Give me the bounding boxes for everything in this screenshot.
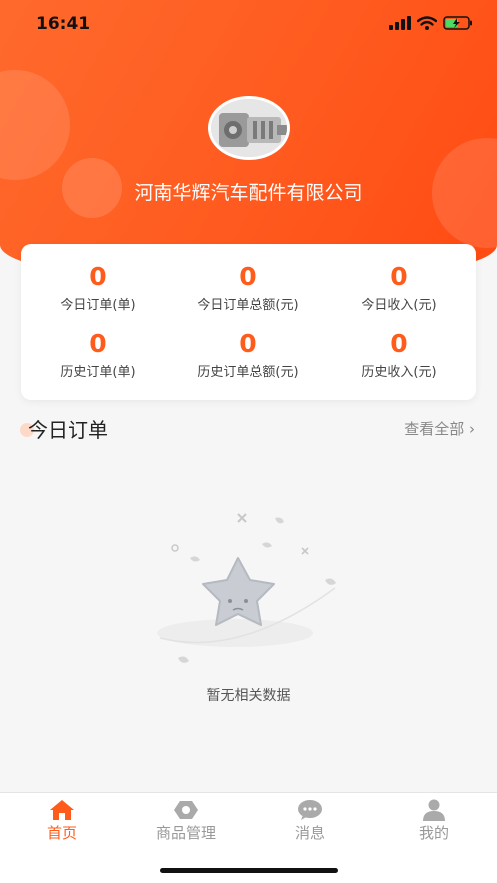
stat-label: 历史订单(单)	[60, 365, 136, 380]
stat-history-orders[interactable]: 0 历史订单(单)	[23, 329, 173, 381]
tab-label: 消息	[294, 824, 325, 842]
wifi-icon	[417, 16, 437, 30]
view-all-link[interactable]: 查看全部 ›	[404, 418, 475, 439]
tab-product-management[interactable]: 商品管理	[124, 799, 248, 843]
stat-value: 0	[239, 262, 257, 291]
section-title: 今日订单	[28, 418, 108, 442]
status-bar: 16:41	[0, 0, 497, 48]
user-icon	[423, 799, 445, 821]
stat-value: 0	[89, 262, 107, 291]
stat-label: 今日收入(元)	[361, 298, 437, 313]
signal-icon	[389, 16, 411, 30]
stats-card: 0 今日订单(单) 0 今日订单总额(元) 0 今日收入(元) 0 历史订单(单…	[21, 244, 476, 400]
product-icon	[174, 801, 198, 819]
stat-value: 0	[390, 262, 408, 291]
today-orders-header: 今日订单 查看全部 ›	[0, 412, 497, 444]
tab-home[interactable]: 首页	[0, 799, 124, 843]
stat-label: 历史订单总额(元)	[197, 365, 299, 380]
tab-label: 首页	[46, 824, 77, 842]
stat-value: 0	[239, 329, 257, 358]
tab-mine[interactable]: 我的	[372, 799, 496, 843]
stat-today-amount[interactable]: 0 今日订单总额(元)	[173, 262, 323, 314]
decor-bubble	[0, 70, 70, 180]
stat-label: 今日订单(单)	[60, 298, 136, 313]
tab-messages[interactable]: 消息	[248, 799, 372, 843]
stat-label: 今日订单总额(元)	[197, 298, 299, 313]
home-indicator	[160, 868, 338, 873]
message-icon	[298, 800, 322, 820]
home-icon	[50, 800, 74, 820]
stat-label: 历史收入(元)	[361, 365, 437, 380]
tab-label: 我的	[418, 824, 449, 842]
stat-today-orders[interactable]: 0 今日订单(单)	[23, 262, 173, 314]
status-time: 16:41	[36, 14, 91, 34]
stat-history-amount[interactable]: 0 历史订单总额(元)	[173, 329, 323, 381]
tab-label: 商品管理	[155, 824, 216, 842]
stat-value: 0	[89, 329, 107, 358]
company-name: 河南华辉汽车配件有限公司	[134, 182, 363, 204]
battery-icon	[443, 16, 472, 30]
company-avatar[interactable]	[208, 96, 290, 160]
stat-today-income[interactable]: 0 今日收入(元)	[324, 262, 474, 314]
stat-value: 0	[390, 329, 408, 358]
stat-history-income[interactable]: 0 历史收入(元)	[324, 329, 474, 381]
empty-state-illustration	[157, 513, 336, 663]
empty-state-text: 暂无相关数据	[206, 688, 291, 704]
